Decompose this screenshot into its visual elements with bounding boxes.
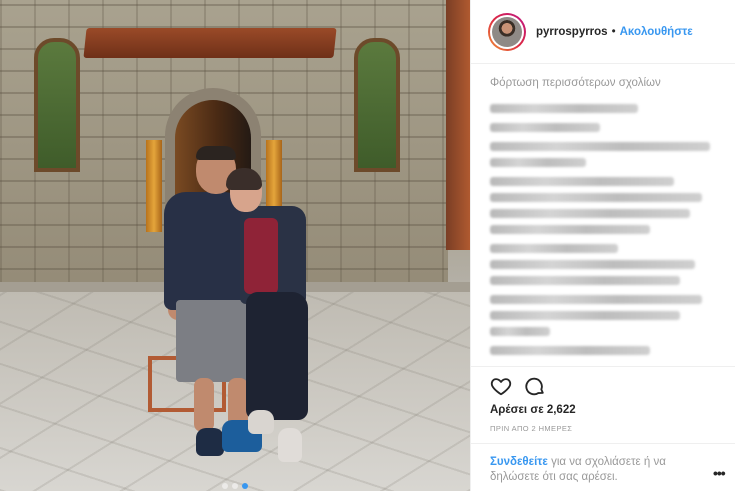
blurred-comment — [490, 327, 550, 336]
blurred-comment — [490, 209, 690, 218]
avatar[interactable] — [488, 13, 526, 51]
chapel-canopy — [83, 28, 337, 58]
blurred-comment — [490, 177, 674, 186]
comments-list — [490, 98, 720, 362]
man-leg-left — [194, 378, 214, 432]
woman-shoe-left — [248, 410, 274, 434]
login-text: Συνδεθείτε για να σχολιάσετε ή να δηλώσε… — [490, 455, 690, 485]
blurred-comment — [490, 346, 650, 355]
post-timestamp[interactable]: ΠΡΙΝ ΑΠΟ 2 ΗΜΕΡΕΣ — [490, 424, 572, 433]
blurred-comment — [490, 244, 618, 253]
post-photo[interactable] — [0, 0, 470, 491]
carousel-dot[interactable] — [232, 483, 238, 489]
likes-count[interactable]: Αρέσει σε 2,622 — [490, 404, 576, 416]
post-header: pyrrospyrros • Ακολουθήστε — [471, 0, 735, 64]
carousel-indicator — [0, 476, 470, 491]
man-shorts — [176, 300, 256, 382]
pillar-left — [146, 140, 162, 232]
carousel-dot[interactable] — [242, 483, 248, 489]
ellipsis-icon[interactable]: ••• — [713, 465, 726, 481]
woman-pants — [246, 292, 308, 420]
blurred-comment — [490, 193, 702, 202]
woman-shirt — [244, 218, 278, 294]
post-sidebar: pyrrospyrros • Ακολουθήστε Φόρτωση περισ… — [470, 0, 735, 491]
instagram-post: pyrrospyrros • Ακολουθήστε Φόρτωση περισ… — [0, 0, 735, 491]
blurred-comment — [490, 295, 702, 304]
woman-shoe-right — [278, 428, 302, 462]
login-link[interactable]: Συνδεθείτε — [490, 456, 548, 468]
man-shirt — [164, 192, 246, 310]
blurred-comment — [490, 260, 695, 269]
blurred-comment — [490, 225, 650, 234]
chapel-window-right — [354, 38, 400, 172]
woman-hair — [226, 168, 262, 190]
username-link[interactable]: pyrrospyrros — [536, 26, 608, 38]
post-actions: Αρέσει σε 2,622 ΠΡΙΝ ΑΠΟ 2 ΗΜΕΡΕΣ Συνδεθ… — [471, 366, 735, 490]
chapel-roof-edge — [446, 0, 470, 250]
man-shoe-left — [196, 428, 224, 456]
blurred-comment — [490, 158, 586, 167]
carousel-dot[interactable] — [222, 483, 228, 489]
action-icons — [490, 375, 546, 397]
man-hair — [196, 146, 236, 160]
blurred-comment — [490, 142, 710, 151]
load-more-comments-button[interactable]: Φόρτωση περισσότερων σχολίων — [490, 77, 661, 89]
follow-button[interactable]: Ακολουθήστε — [620, 26, 693, 38]
blurred-comment — [490, 276, 680, 285]
login-prompt: Συνδεθείτε για να σχολιάσετε ή να δηλώσε… — [471, 443, 735, 491]
chapel-window-left — [34, 38, 80, 172]
avatar-photo — [492, 16, 522, 47]
heart-icon[interactable] — [490, 375, 512, 397]
blurred-comment — [490, 311, 680, 320]
comment-bubble-icon[interactable] — [524, 375, 546, 397]
blurred-comment — [490, 123, 600, 132]
blurred-comment — [490, 104, 638, 113]
separator-dot: • — [611, 25, 616, 38]
